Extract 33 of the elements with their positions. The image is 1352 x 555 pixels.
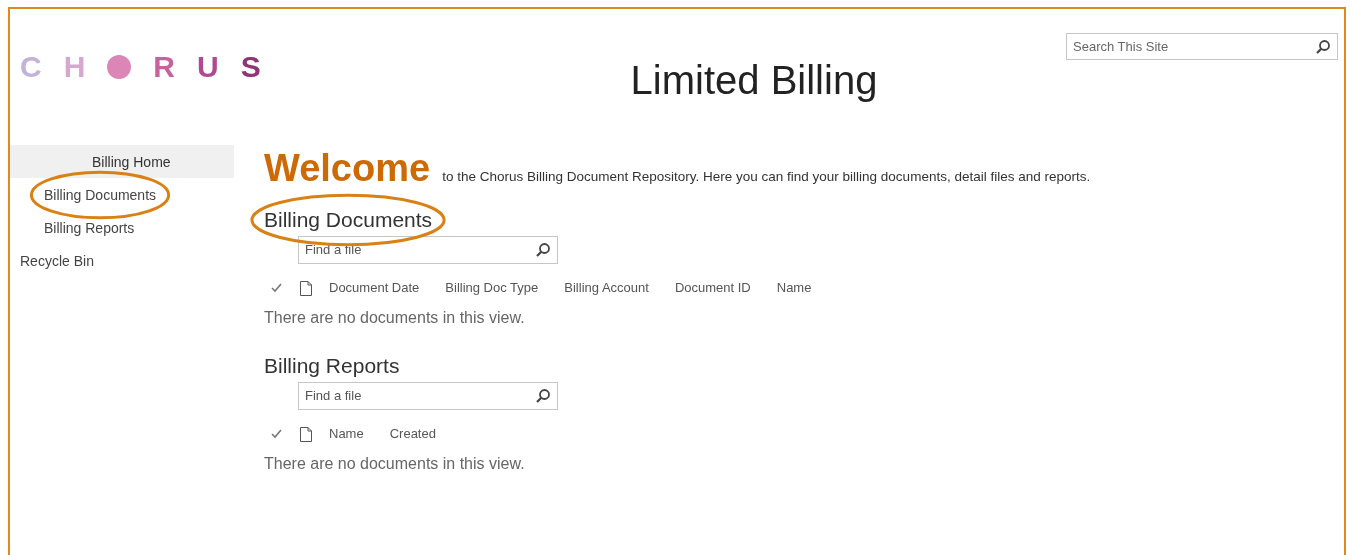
nav-link[interactable]: Billing Home xyxy=(92,153,171,170)
column-header[interactable]: Billing Account xyxy=(564,278,649,298)
logo-letter: H xyxy=(63,52,86,82)
file-icon xyxy=(300,426,312,442)
nav-link[interactable]: Billing Reports xyxy=(44,219,135,236)
column-header[interactable]: Document ID xyxy=(674,278,751,298)
column-header[interactable]: Billing Doc Type xyxy=(445,278,539,298)
search-field[interactable]: Search This Site xyxy=(1066,33,1338,60)
column-header[interactable]: Document Date xyxy=(329,278,420,298)
welcome-heading: Welcome xyxy=(264,146,431,190)
logo-letter: R xyxy=(153,52,175,82)
column-header[interactable]: Name xyxy=(329,424,364,444)
column-header[interactable]: Created xyxy=(389,424,436,444)
logo-letter: C xyxy=(20,52,42,82)
find-file-field[interactable]: Find a file xyxy=(298,382,558,410)
logo-letter: S xyxy=(240,52,261,82)
search-icon[interactable] xyxy=(535,242,551,258)
logo-letter: U xyxy=(197,52,219,82)
check-icon[interactable] xyxy=(271,429,282,439)
empty-message: There are no documents in this view. xyxy=(264,308,525,328)
search-icon[interactable] xyxy=(535,388,551,404)
nav-link[interactable]: Recycle Bin xyxy=(20,252,94,269)
search-icon[interactable] xyxy=(1315,38,1331,55)
empty-message: There are no documents in this view. xyxy=(264,454,525,474)
file-icon xyxy=(300,280,312,296)
section-title: Billing Documents xyxy=(264,207,433,233)
find-file-input[interactable]: Find a file xyxy=(305,386,535,406)
check-icon[interactable] xyxy=(271,283,282,293)
section-title: Billing Reports xyxy=(264,353,400,379)
search-input[interactable]: Search This Site xyxy=(1073,36,1315,57)
column-header[interactable]: Name xyxy=(776,278,812,298)
site-title: Limited Billing xyxy=(630,57,878,104)
welcome-text: to the Chorus Billing Document Repository. Here you can find your billing documents, detail files and reports. xyxy=(442,168,1091,186)
